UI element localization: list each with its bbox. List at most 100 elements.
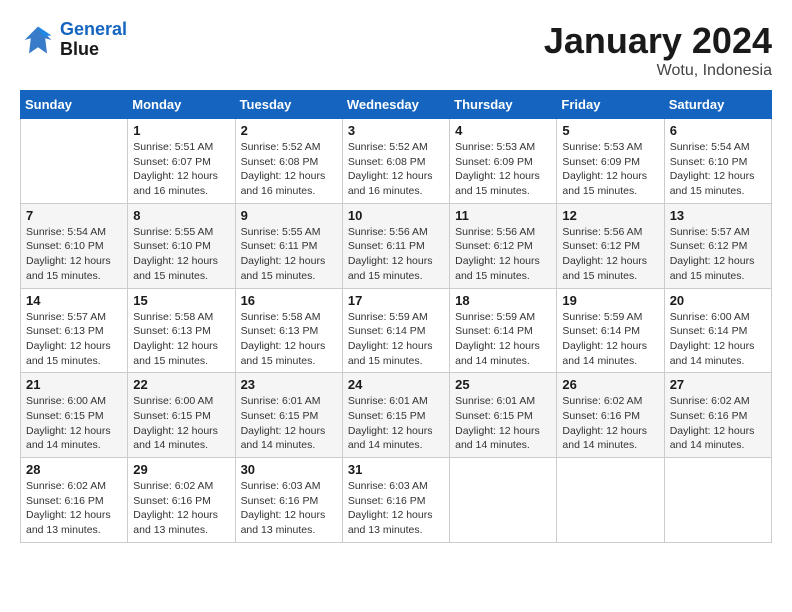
day-number: 16 xyxy=(241,293,337,308)
day-info: Sunrise: 5:55 AMSunset: 6:11 PMDaylight:… xyxy=(241,225,337,284)
calendar-cell: 16 Sunrise: 5:58 AMSunset: 6:13 PMDaylig… xyxy=(235,288,342,373)
day-number: 18 xyxy=(455,293,551,308)
day-info: Sunrise: 6:02 AMSunset: 6:16 PMDaylight:… xyxy=(562,394,658,453)
day-info: Sunrise: 5:52 AMSunset: 6:08 PMDaylight:… xyxy=(348,140,444,199)
day-number: 30 xyxy=(241,462,337,477)
day-number: 6 xyxy=(670,123,766,138)
calendar-cell: 17 Sunrise: 5:59 AMSunset: 6:14 PMDaylig… xyxy=(342,288,449,373)
day-number: 25 xyxy=(455,377,551,392)
week-row-5: 28 Sunrise: 6:02 AMSunset: 6:16 PMDaylig… xyxy=(21,458,772,543)
day-number: 4 xyxy=(455,123,551,138)
header-monday: Monday xyxy=(128,91,235,119)
week-row-2: 7 Sunrise: 5:54 AMSunset: 6:10 PMDayligh… xyxy=(21,203,772,288)
calendar-cell: 11 Sunrise: 5:56 AMSunset: 6:12 PMDaylig… xyxy=(450,203,557,288)
day-info: Sunrise: 5:54 AMSunset: 6:10 PMDaylight:… xyxy=(26,225,122,284)
day-info: Sunrise: 5:59 AMSunset: 6:14 PMDaylight:… xyxy=(348,310,444,369)
day-info: Sunrise: 5:56 AMSunset: 6:11 PMDaylight:… xyxy=(348,225,444,284)
day-info: Sunrise: 6:02 AMSunset: 6:16 PMDaylight:… xyxy=(133,479,229,538)
day-number: 12 xyxy=(562,208,658,223)
calendar-cell: 24 Sunrise: 6:01 AMSunset: 6:15 PMDaylig… xyxy=(342,373,449,458)
day-number: 27 xyxy=(670,377,766,392)
calendar-cell: 19 Sunrise: 5:59 AMSunset: 6:14 PMDaylig… xyxy=(557,288,664,373)
day-number: 28 xyxy=(26,462,122,477)
day-info: Sunrise: 5:58 AMSunset: 6:13 PMDaylight:… xyxy=(241,310,337,369)
calendar-cell: 6 Sunrise: 5:54 AMSunset: 6:10 PMDayligh… xyxy=(664,119,771,204)
day-info: Sunrise: 6:02 AMSunset: 6:16 PMDaylight:… xyxy=(26,479,122,538)
header-sunday: Sunday xyxy=(21,91,128,119)
day-number: 21 xyxy=(26,377,122,392)
day-number: 10 xyxy=(348,208,444,223)
calendar-cell: 22 Sunrise: 6:00 AMSunset: 6:15 PMDaylig… xyxy=(128,373,235,458)
day-info: Sunrise: 5:53 AMSunset: 6:09 PMDaylight:… xyxy=(562,140,658,199)
calendar-cell xyxy=(450,458,557,543)
day-number: 24 xyxy=(348,377,444,392)
calendar-cell xyxy=(557,458,664,543)
calendar-cell: 28 Sunrise: 6:02 AMSunset: 6:16 PMDaylig… xyxy=(21,458,128,543)
calendar-cell: 10 Sunrise: 5:56 AMSunset: 6:11 PMDaylig… xyxy=(342,203,449,288)
location-title: Wotu, Indonesia xyxy=(544,62,772,80)
calendar-cell: 27 Sunrise: 6:02 AMSunset: 6:16 PMDaylig… xyxy=(664,373,771,458)
calendar-table: Sunday Monday Tuesday Wednesday Thursday… xyxy=(20,90,772,543)
calendar-cell: 8 Sunrise: 5:55 AMSunset: 6:10 PMDayligh… xyxy=(128,203,235,288)
calendar-cell: 2 Sunrise: 5:52 AMSunset: 6:08 PMDayligh… xyxy=(235,119,342,204)
calendar-cell xyxy=(21,119,128,204)
day-info: Sunrise: 6:03 AMSunset: 6:16 PMDaylight:… xyxy=(348,479,444,538)
calendar-cell: 21 Sunrise: 6:00 AMSunset: 6:15 PMDaylig… xyxy=(21,373,128,458)
day-info: Sunrise: 5:57 AMSunset: 6:13 PMDaylight:… xyxy=(26,310,122,369)
calendar-cell: 26 Sunrise: 6:02 AMSunset: 6:16 PMDaylig… xyxy=(557,373,664,458)
day-number: 31 xyxy=(348,462,444,477)
header-saturday: Saturday xyxy=(664,91,771,119)
day-info: Sunrise: 5:52 AMSunset: 6:08 PMDaylight:… xyxy=(241,140,337,199)
calendar-cell: 15 Sunrise: 5:58 AMSunset: 6:13 PMDaylig… xyxy=(128,288,235,373)
day-info: Sunrise: 5:53 AMSunset: 6:09 PMDaylight:… xyxy=(455,140,551,199)
day-number: 20 xyxy=(670,293,766,308)
weekday-header-row: Sunday Monday Tuesday Wednesday Thursday… xyxy=(21,91,772,119)
day-number: 7 xyxy=(26,208,122,223)
day-number: 17 xyxy=(348,293,444,308)
day-info: Sunrise: 6:00 AMSunset: 6:14 PMDaylight:… xyxy=(670,310,766,369)
day-info: Sunrise: 5:57 AMSunset: 6:12 PMDaylight:… xyxy=(670,225,766,284)
week-row-4: 21 Sunrise: 6:00 AMSunset: 6:15 PMDaylig… xyxy=(21,373,772,458)
calendar-cell: 5 Sunrise: 5:53 AMSunset: 6:09 PMDayligh… xyxy=(557,119,664,204)
calendar-cell: 12 Sunrise: 5:56 AMSunset: 6:12 PMDaylig… xyxy=(557,203,664,288)
header-wednesday: Wednesday xyxy=(342,91,449,119)
day-number: 22 xyxy=(133,377,229,392)
day-number: 3 xyxy=(348,123,444,138)
day-info: Sunrise: 5:55 AMSunset: 6:10 PMDaylight:… xyxy=(133,225,229,284)
calendar-cell: 13 Sunrise: 5:57 AMSunset: 6:12 PMDaylig… xyxy=(664,203,771,288)
calendar-cell: 23 Sunrise: 6:01 AMSunset: 6:15 PMDaylig… xyxy=(235,373,342,458)
day-number: 13 xyxy=(670,208,766,223)
day-info: Sunrise: 5:51 AMSunset: 6:07 PMDaylight:… xyxy=(133,140,229,199)
day-info: Sunrise: 5:56 AMSunset: 6:12 PMDaylight:… xyxy=(562,225,658,284)
calendar-cell: 20 Sunrise: 6:00 AMSunset: 6:14 PMDaylig… xyxy=(664,288,771,373)
calendar-cell: 7 Sunrise: 5:54 AMSunset: 6:10 PMDayligh… xyxy=(21,203,128,288)
day-info: Sunrise: 5:59 AMSunset: 6:14 PMDaylight:… xyxy=(562,310,658,369)
day-number: 11 xyxy=(455,208,551,223)
day-info: Sunrise: 6:01 AMSunset: 6:15 PMDaylight:… xyxy=(241,394,337,453)
day-number: 14 xyxy=(26,293,122,308)
calendar-cell: 18 Sunrise: 5:59 AMSunset: 6:14 PMDaylig… xyxy=(450,288,557,373)
header-thursday: Thursday xyxy=(450,91,557,119)
calendar-cell: 31 Sunrise: 6:03 AMSunset: 6:16 PMDaylig… xyxy=(342,458,449,543)
week-row-1: 1 Sunrise: 5:51 AMSunset: 6:07 PMDayligh… xyxy=(21,119,772,204)
day-number: 26 xyxy=(562,377,658,392)
day-info: Sunrise: 6:01 AMSunset: 6:15 PMDaylight:… xyxy=(348,394,444,453)
calendar-cell: 4 Sunrise: 5:53 AMSunset: 6:09 PMDayligh… xyxy=(450,119,557,204)
day-info: Sunrise: 5:58 AMSunset: 6:13 PMDaylight:… xyxy=(133,310,229,369)
day-number: 9 xyxy=(241,208,337,223)
day-info: Sunrise: 6:00 AMSunset: 6:15 PMDaylight:… xyxy=(26,394,122,453)
day-info: Sunrise: 5:59 AMSunset: 6:14 PMDaylight:… xyxy=(455,310,551,369)
day-info: Sunrise: 6:01 AMSunset: 6:15 PMDaylight:… xyxy=(455,394,551,453)
header-friday: Friday xyxy=(557,91,664,119)
day-number: 1 xyxy=(133,123,229,138)
day-number: 2 xyxy=(241,123,337,138)
calendar-cell: 9 Sunrise: 5:55 AMSunset: 6:11 PMDayligh… xyxy=(235,203,342,288)
calendar-cell xyxy=(664,458,771,543)
calendar-cell: 3 Sunrise: 5:52 AMSunset: 6:08 PMDayligh… xyxy=(342,119,449,204)
title-area: January 2024 Wotu, Indonesia xyxy=(544,20,772,80)
calendar-cell: 29 Sunrise: 6:02 AMSunset: 6:16 PMDaylig… xyxy=(128,458,235,543)
calendar-cell: 1 Sunrise: 5:51 AMSunset: 6:07 PMDayligh… xyxy=(128,119,235,204)
calendar-cell: 30 Sunrise: 6:03 AMSunset: 6:16 PMDaylig… xyxy=(235,458,342,543)
day-number: 19 xyxy=(562,293,658,308)
day-number: 23 xyxy=(241,377,337,392)
